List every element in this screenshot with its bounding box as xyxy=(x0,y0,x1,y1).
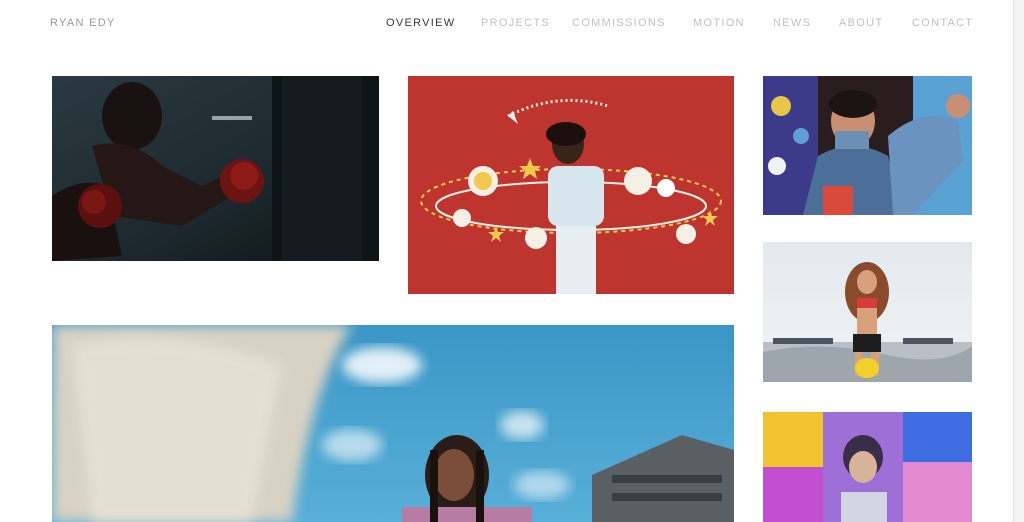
page-scrollbar[interactable] xyxy=(1013,0,1024,522)
gallery-tile-denim-group[interactable] xyxy=(763,76,972,215)
gallery-tile-skatepark[interactable] xyxy=(763,242,972,382)
skatepark-photo xyxy=(763,242,972,382)
gallery-tile-color-block[interactable] xyxy=(763,412,972,522)
nav-item-contact[interactable]: CONTACT xyxy=(912,17,973,29)
nav-item-overview[interactable]: OVERVIEW xyxy=(386,17,456,29)
sky-portrait-photo xyxy=(52,325,734,522)
nav-item-motion[interactable]: MOTION xyxy=(693,17,745,29)
nav-item-news[interactable]: NEWS xyxy=(773,17,811,29)
denim-group-photo xyxy=(763,76,972,215)
color-block-portrait-photo xyxy=(763,412,972,522)
nav-item-about[interactable]: ABOUT xyxy=(839,17,883,29)
boxer-photo xyxy=(52,76,379,261)
site-brand-link[interactable]: RYAN EDY xyxy=(50,17,116,29)
gallery-tile-red-wall[interactable] xyxy=(408,76,734,294)
gallery-tile-boxer[interactable] xyxy=(52,76,379,261)
red-wall-illustration-photo xyxy=(408,76,734,294)
nav-item-commissions[interactable]: COMMISSIONS xyxy=(572,17,666,29)
site-header: RYAN EDY OVERVIEW PROJECTS COMMISSIONS M… xyxy=(0,0,1024,48)
gallery-tile-sky-portrait[interactable] xyxy=(52,325,734,522)
nav-item-projects[interactable]: PROJECTS xyxy=(481,17,550,29)
